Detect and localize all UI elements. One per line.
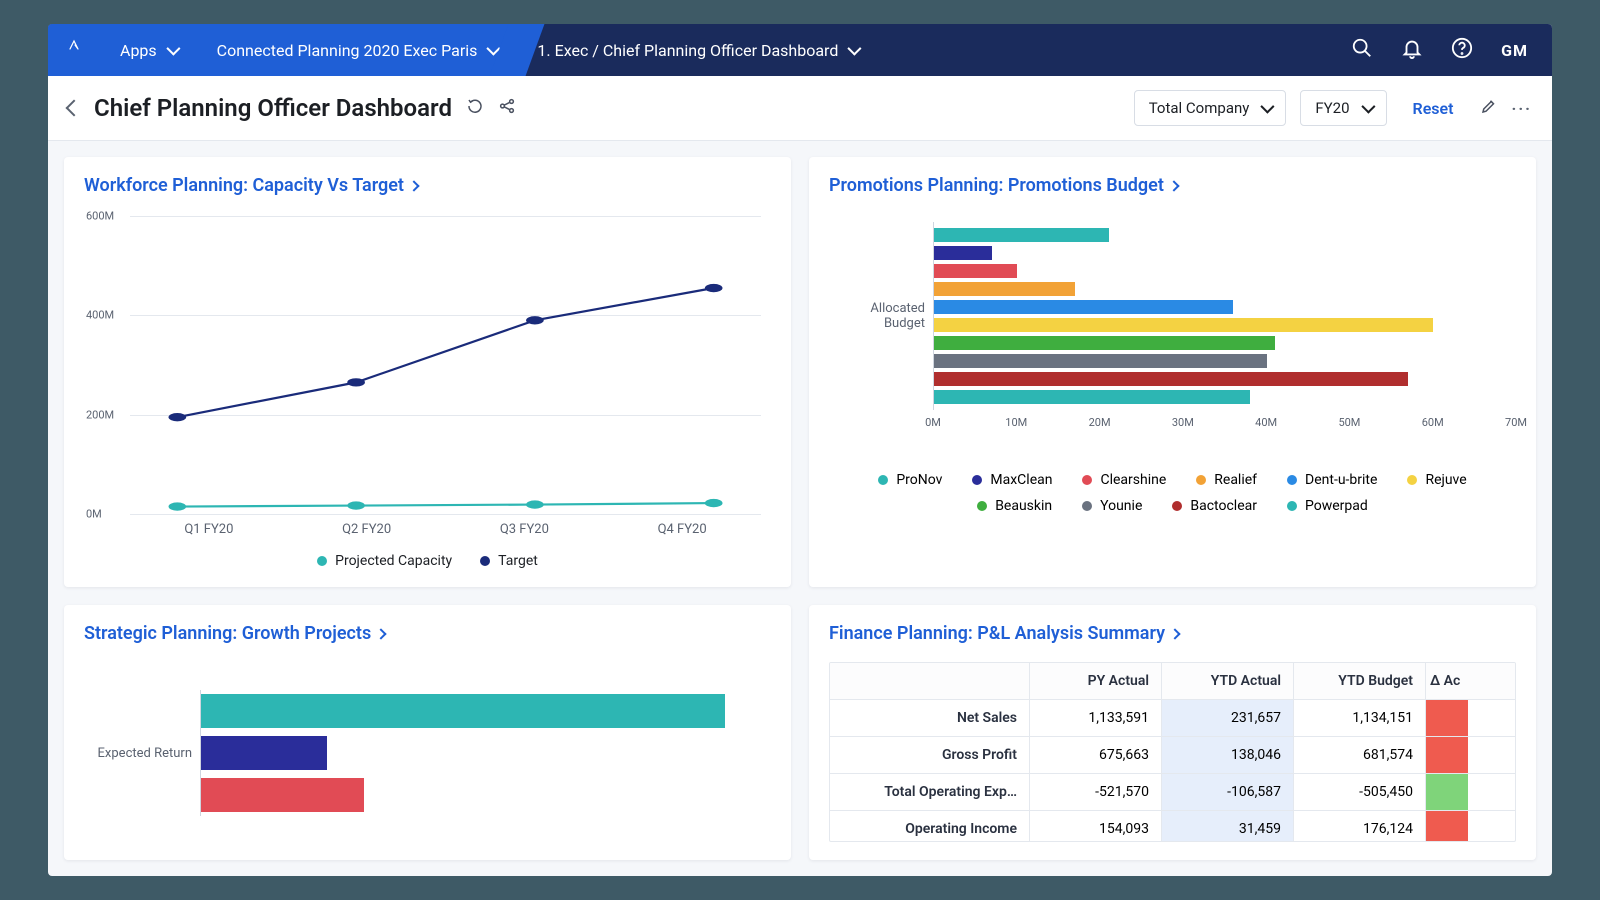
promotions-title[interactable]: Promotions Planning: Promotions Budget [829, 175, 1516, 196]
growth-chart [200, 690, 771, 816]
chevron-right-icon [376, 628, 387, 639]
bar-clearshine[interactable] [934, 264, 1017, 278]
bar-maxclean[interactable] [934, 246, 992, 260]
growth-title[interactable]: Strategic Planning: Growth Projects [84, 623, 771, 644]
bar-beauskin[interactable] [934, 336, 1275, 350]
workforce-title[interactable]: Workforce Planning: Capacity Vs Target [84, 175, 771, 196]
app-logo[interactable] [48, 24, 100, 76]
scope-label: Total Company [1149, 99, 1250, 117]
promotions-chart [933, 222, 1516, 410]
model-selector[interactable]: Connected Planning 2020 Exec Paris [197, 24, 518, 76]
breadcrumb[interactable]: 1. Exec / Chief Planning Officer Dashboa… [517, 24, 878, 76]
bar-pronov[interactable] [201, 694, 725, 728]
reset-button[interactable]: Reset [1401, 91, 1466, 126]
chevron-down-icon [1261, 100, 1275, 114]
table-row[interactable]: Total Operating Exp… -521,570 -106,587 -… [830, 774, 1515, 811]
bar-pronov[interactable] [934, 228, 1109, 242]
chevron-down-icon [1361, 100, 1375, 114]
bar-maxclean[interactable] [201, 736, 327, 770]
bell-icon[interactable] [1401, 37, 1423, 63]
page-title: Chief Planning Officer Dashboard [94, 94, 452, 122]
bar-rejuve[interactable] [934, 318, 1433, 332]
finance-table: PY Actual YTD Actual YTD Budget Δ AcNet … [829, 662, 1516, 842]
bar-bactoclear[interactable] [934, 372, 1408, 386]
titlebar: Chief Planning Officer Dashboard Total C… [48, 76, 1552, 141]
refresh-icon[interactable] [466, 97, 484, 119]
promotions-x-axis: 0M10M20M30M40M50M60M70M [933, 416, 1516, 456]
finance-title[interactable]: Finance Planning: P&L Analysis Summary [829, 623, 1516, 644]
promotions-legend: ProNovMaxCleanClearshineRealiefDent-u-br… [829, 472, 1516, 514]
apps-label: Apps [120, 41, 157, 60]
workforce-legend: Projected CapacityTarget [84, 553, 771, 569]
content-grid: Workforce Planning: Capacity Vs Target 0… [48, 141, 1552, 876]
chevron-right-icon [1169, 628, 1180, 639]
back-icon[interactable] [66, 100, 83, 117]
promotions-y-label: Allocated Budget [829, 301, 933, 331]
breadcrumb-label: 1. Exec / Chief Planning Officer Dashboa… [537, 41, 838, 60]
table-row[interactable]: Gross Profit 675,663 138,046 681,574 [830, 737, 1515, 774]
card-finance: Finance Planning: P&L Analysis Summary P… [809, 605, 1536, 860]
table-row[interactable]: Operating Income 154,093 31,459 176,124 [830, 811, 1515, 842]
share-icon[interactable] [498, 97, 516, 119]
topbar: Apps Connected Planning 2020 Exec Paris … [48, 24, 1552, 76]
card-growth: Strategic Planning: Growth Projects Expe… [64, 605, 791, 860]
period-label: FY20 [1315, 99, 1349, 117]
bar-dent-u-brite[interactable] [934, 300, 1233, 314]
workforce-x-axis: Q1 FY20Q2 FY20Q3 FY20Q4 FY20 [130, 522, 761, 537]
chevron-down-icon [166, 42, 180, 56]
card-promotions: Promotions Planning: Promotions Budget A… [809, 157, 1536, 587]
chevron-down-icon [487, 42, 501, 56]
growth-y-label: Expected Return [84, 746, 200, 761]
period-selector[interactable]: FY20 [1300, 90, 1386, 126]
chevron-right-icon [1168, 180, 1179, 191]
avatar[interactable]: GM [1501, 41, 1528, 60]
help-icon[interactable] [1451, 37, 1473, 63]
bar-clearshine[interactable] [201, 778, 364, 812]
chevron-down-icon [848, 42, 862, 56]
apps-menu[interactable]: Apps [100, 24, 197, 76]
anaplan-logo-icon [68, 39, 80, 61]
workforce-chart: 0M200M400M600M [130, 216, 761, 514]
app-frame: Apps Connected Planning 2020 Exec Paris … [48, 24, 1552, 876]
overflow-menu[interactable]: ··· [1512, 99, 1532, 118]
edit-icon[interactable] [1480, 97, 1498, 119]
card-workforce: Workforce Planning: Capacity Vs Target 0… [64, 157, 791, 587]
chevron-right-icon [408, 180, 419, 191]
bar-realief[interactable] [934, 282, 1075, 296]
bar-younie[interactable] [934, 354, 1267, 368]
table-row[interactable]: Net Sales 1,133,591 231,657 1,134,151 [830, 700, 1515, 737]
bar-powerpad[interactable] [934, 390, 1250, 404]
scope-selector[interactable]: Total Company [1134, 90, 1287, 126]
model-label: Connected Planning 2020 Exec Paris [217, 41, 478, 60]
search-icon[interactable] [1351, 37, 1373, 63]
